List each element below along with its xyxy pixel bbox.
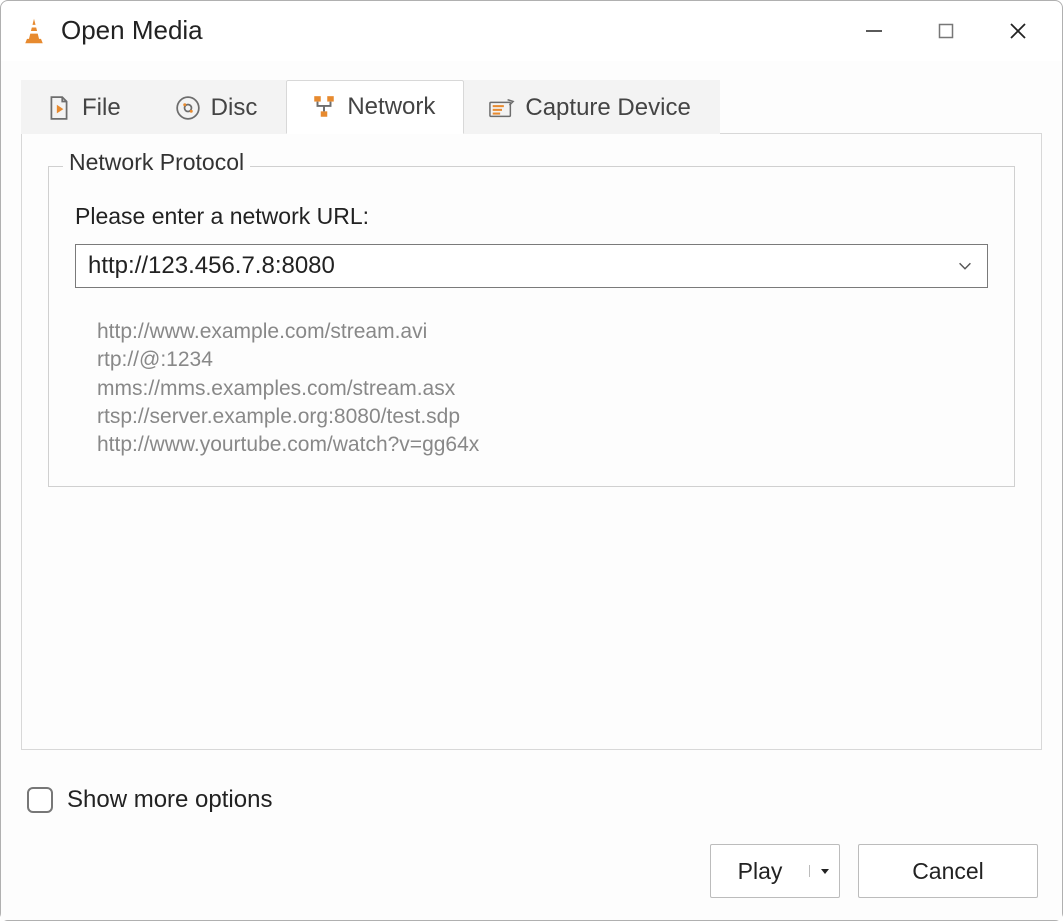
play-button-label: Play	[738, 858, 783, 885]
button-row: Play Cancel	[25, 844, 1038, 898]
close-button[interactable]	[1000, 13, 1036, 49]
titlebar: Open Media	[1, 1, 1062, 61]
disc-icon	[175, 95, 201, 121]
chevron-down-icon[interactable]	[953, 254, 977, 278]
tab-network-label: Network	[347, 93, 435, 121]
tab-disc[interactable]: Disc	[150, 80, 287, 134]
example-url: mms://mms.examples.com/stream.asx	[97, 375, 988, 403]
network-lan-icon	[311, 94, 337, 120]
cancel-button[interactable]: Cancel	[858, 844, 1038, 898]
example-url: rtp://@:1234	[97, 346, 988, 374]
network-protocol-group-title: Network Protocol	[63, 149, 250, 176]
example-url: rtsp://server.example.org:8080/test.sdp	[97, 403, 988, 431]
tab-capture-label: Capture Device	[525, 94, 690, 122]
tab-bar: File Disc	[21, 79, 1042, 134]
tab-file-label: File	[82, 94, 121, 122]
vlc-cone-icon	[19, 16, 49, 46]
play-dropdown-button[interactable]	[809, 865, 839, 877]
network-url-input[interactable]	[86, 251, 953, 281]
minimize-button[interactable]	[856, 13, 892, 49]
network-url-combobox[interactable]	[75, 244, 988, 288]
play-split-button[interactable]: Play	[710, 844, 840, 898]
show-more-options-checkbox[interactable]	[27, 787, 53, 813]
maximize-button[interactable]	[928, 13, 964, 49]
network-tab-panel: Network Protocol Please enter a network …	[21, 134, 1042, 750]
example-url: http://www.example.com/stream.avi	[97, 318, 988, 346]
network-protocol-group: Network Protocol Please enter a network …	[48, 166, 1015, 487]
cancel-button-label: Cancel	[912, 858, 984, 885]
show-more-options-row[interactable]: Show more options	[27, 786, 1038, 814]
dialog-footer: Show more options Play Cancel	[21, 750, 1042, 910]
tab-disc-label: Disc	[211, 94, 258, 122]
tab-capture[interactable]: Capture Device	[464, 80, 719, 134]
capture-device-icon	[489, 95, 515, 121]
network-url-examples: http://www.example.com/stream.avi rtp://…	[75, 318, 988, 460]
open-media-dialog: Open Media	[0, 0, 1063, 921]
window-title: Open Media	[61, 15, 856, 46]
window-controls	[856, 13, 1036, 49]
tab-file[interactable]: File	[21, 80, 150, 134]
play-button[interactable]: Play	[711, 858, 809, 885]
show-more-options-label: Show more options	[67, 786, 272, 814]
file-play-icon	[46, 95, 72, 121]
tab-network[interactable]: Network	[286, 80, 464, 134]
dialog-content: File Disc	[1, 61, 1062, 920]
example-url: http://www.yourtube.com/watch?v=gg64x	[97, 431, 988, 459]
network-url-label: Please enter a network URL:	[75, 203, 988, 230]
